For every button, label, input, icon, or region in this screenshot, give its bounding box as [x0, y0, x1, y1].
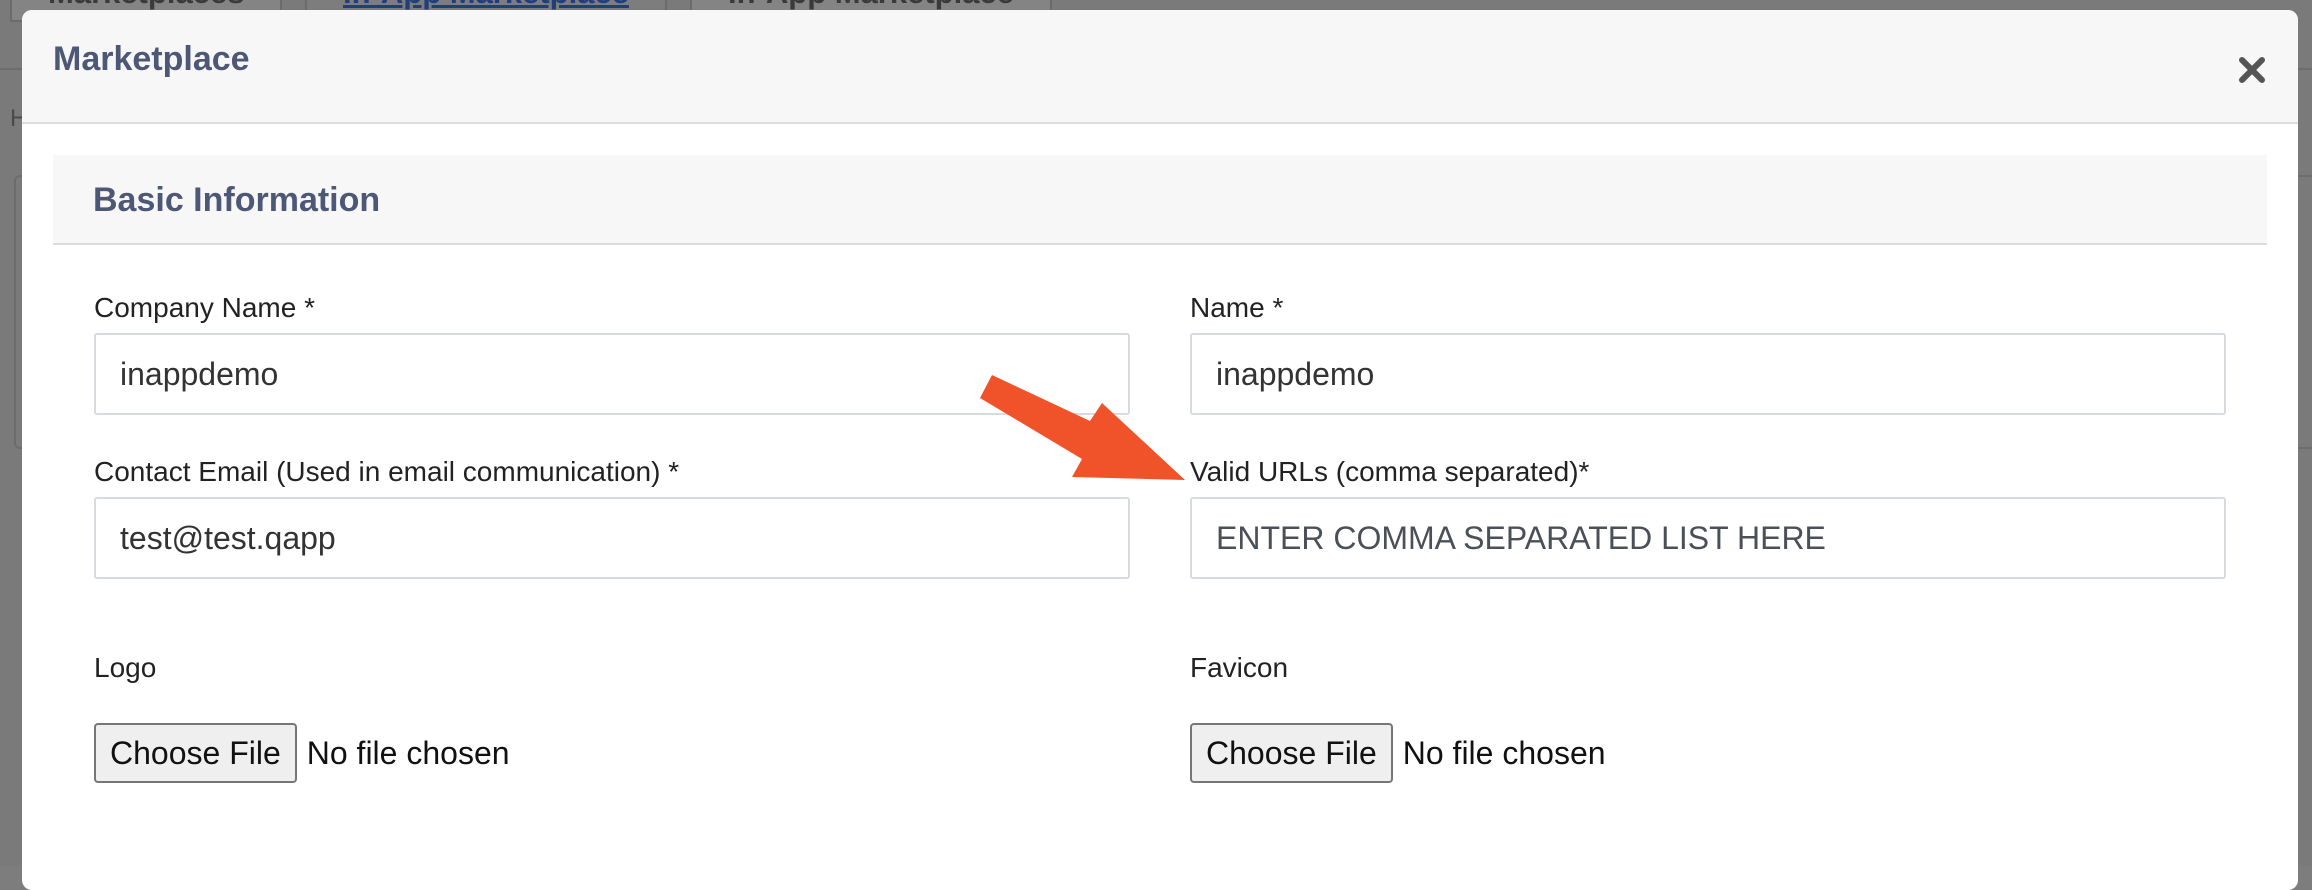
valid-urls-input[interactable] — [1190, 497, 2226, 579]
company-name-label: Company Name * — [94, 292, 315, 323]
close-icon[interactable] — [2236, 54, 2268, 86]
favicon-file-input: Choose File No file chosen — [1190, 723, 1606, 783]
name-input[interactable] — [1190, 333, 2226, 415]
valid-urls-label: Valid URLs (comma separated)* — [1190, 456, 1590, 487]
logo-label: Logo — [94, 652, 157, 683]
section-title: Basic Information — [93, 181, 381, 219]
modal-title: Marketplace — [53, 40, 250, 78]
name-label: Name * — [1190, 292, 1284, 323]
favicon-file-status: No file chosen — [1402, 734, 1606, 771]
logo-file-status: No file chosen — [306, 734, 510, 771]
contact-email-input[interactable] — [94, 497, 1130, 579]
basic-information-section-header: Basic Information — [53, 155, 2267, 245]
company-name-input[interactable] — [94, 333, 1130, 415]
favicon-label: Favicon — [1190, 652, 1289, 683]
modal-header: Marketplace — [22, 10, 2298, 124]
favicon-choose-file-button[interactable]: Choose File — [1190, 723, 1393, 783]
logo-file-input: Choose File No file chosen — [94, 723, 510, 783]
contact-email-label: Contact Email (Used in email communicati… — [94, 456, 680, 487]
arrow-icon — [980, 375, 1185, 480]
logo-choose-file-button[interactable]: Choose File — [94, 723, 297, 783]
